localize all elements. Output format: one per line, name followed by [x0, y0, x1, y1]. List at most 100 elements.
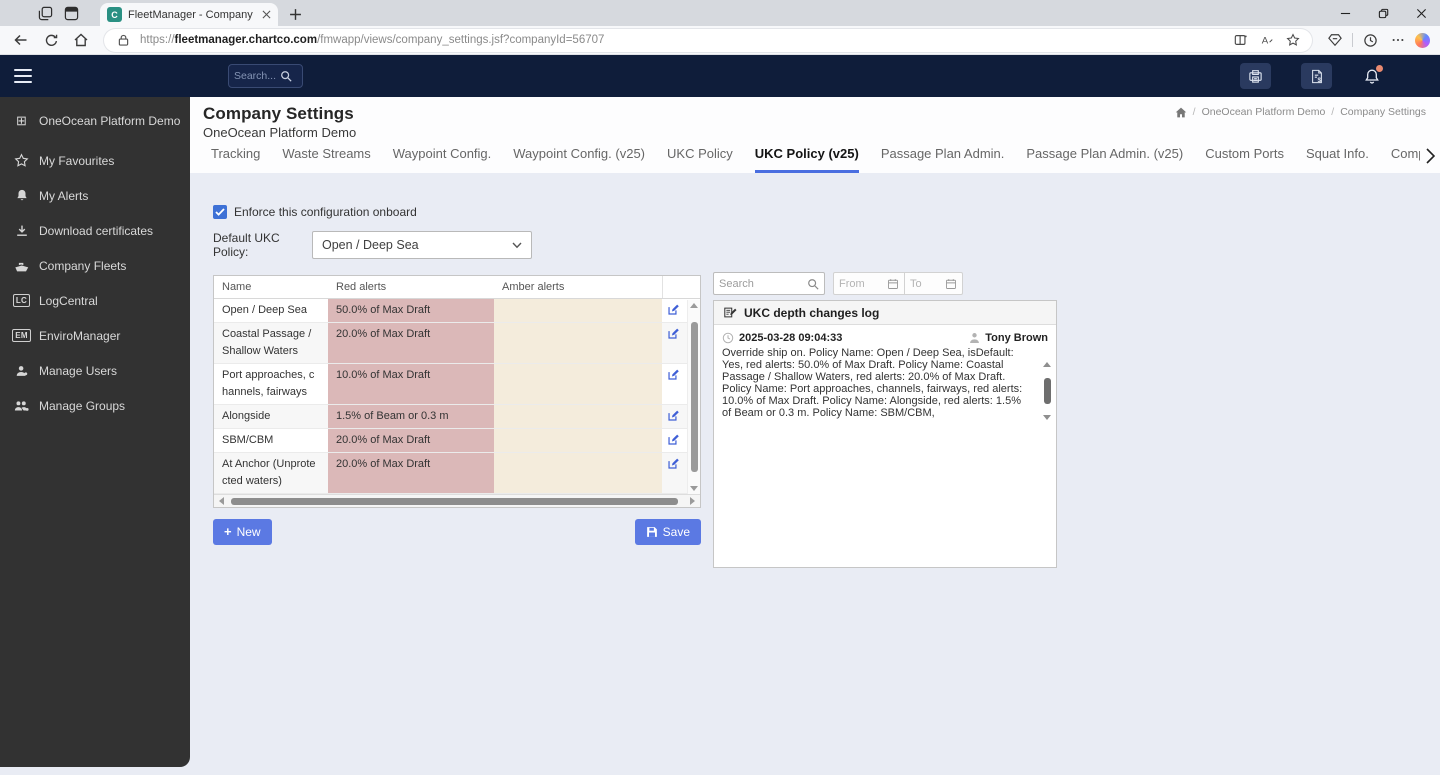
- tab-passage-plan-admin[interactable]: Passage Plan Admin.: [881, 146, 1005, 173]
- global-search[interactable]: [228, 64, 303, 88]
- date-to-field[interactable]: [905, 272, 963, 295]
- log-scroll-thumb[interactable]: [1043, 378, 1051, 404]
- browser-tab[interactable]: C FleetManager - Company Setting: [100, 3, 278, 26]
- sidebar-item-certificates[interactable]: Download certificates: [0, 213, 190, 248]
- log-entry-scrollbar[interactable]: [1043, 362, 1051, 420]
- tab-content: Enforce this configuration onboard Defau…: [190, 173, 1440, 775]
- sidebar-item-manage-users[interactable]: Manage Users: [0, 353, 190, 388]
- edit-policy-icon[interactable]: [666, 367, 680, 381]
- policy-table-column: Name Red alerts Amber alerts Open / Deep…: [213, 272, 701, 545]
- tab-waypoint-config[interactable]: Waypoint Config.: [393, 146, 492, 173]
- table-horizontal-scrollbar[interactable]: [214, 494, 700, 507]
- calendar-icon[interactable]: [887, 278, 899, 290]
- vertical-scroll-thumb[interactable]: [690, 322, 698, 472]
- menu-hamburger-icon[interactable]: [14, 67, 34, 85]
- tab-waypoint-config-v25[interactable]: Waypoint Config. (v25): [513, 146, 645, 173]
- edit-policy-icon[interactable]: [666, 432, 680, 446]
- sidebar-item-platform[interactable]: ⊞ OneOcean Platform Demo: [0, 103, 190, 138]
- tab-custom-ports[interactable]: Custom Ports: [1205, 146, 1284, 173]
- breadcrumb: OneOcean Platform Demo Company Settings: [1175, 106, 1426, 118]
- svg-text:A: A: [1262, 36, 1269, 47]
- breadcrumb-item[interactable]: Company Settings: [1331, 106, 1426, 118]
- edit-policy-icon[interactable]: [666, 456, 680, 470]
- content-columns: Name Red alerts Amber alerts Open / Deep…: [213, 272, 1440, 568]
- tab-squat-info[interactable]: Squat Info.: [1306, 146, 1369, 173]
- tab-close-icon[interactable]: [262, 10, 271, 19]
- browser-essentials-icon[interactable]: [1324, 29, 1346, 51]
- sidebar-item-fleets[interactable]: Company Fleets: [0, 248, 190, 283]
- users-group-icon: [13, 399, 30, 413]
- breadcrumb-item[interactable]: OneOcean Platform Demo: [1193, 106, 1326, 118]
- favorite-star-icon[interactable]: [1284, 31, 1302, 49]
- column-header-actions: [662, 276, 700, 298]
- log-search-box[interactable]: [713, 272, 825, 295]
- log-timestamp: 2025-03-28 09:04:33: [739, 332, 843, 344]
- tab-waste-streams[interactable]: Waste Streams: [282, 146, 370, 173]
- search-icon[interactable]: [807, 278, 819, 290]
- enforce-config-label: Enforce this configuration onboard: [234, 205, 417, 219]
- site-favicon: C: [107, 7, 122, 22]
- workspaces-icon[interactable]: [32, 2, 58, 24]
- scroll-up-icon[interactable]: [1043, 362, 1051, 367]
- appbar-actions: $: [1240, 63, 1383, 89]
- scroll-down-icon[interactable]: [690, 486, 698, 491]
- sidebar-item-alerts[interactable]: My Alerts: [0, 178, 190, 213]
- home-icon[interactable]: [70, 29, 92, 51]
- scroll-down-icon[interactable]: [1043, 415, 1051, 420]
- new-tab-button[interactable]: [284, 4, 306, 24]
- horizontal-scroll-thumb[interactable]: [231, 498, 678, 505]
- default-ukc-policy-select[interactable]: Open / Deep Sea: [312, 231, 532, 259]
- log-column: UKC depth changes log 2025-03-28 09:04:3…: [713, 272, 1057, 568]
- back-icon[interactable]: [10, 29, 32, 51]
- scroll-left-icon[interactable]: [219, 497, 224, 505]
- breadcrumb-home-icon[interactable]: [1175, 107, 1187, 118]
- date-from-field[interactable]: [833, 272, 905, 295]
- close-window-icon[interactable]: [1402, 0, 1440, 26]
- log-date-range: [833, 272, 963, 295]
- tab-ukc-policy[interactable]: UKC Policy: [667, 146, 733, 173]
- scroll-up-icon[interactable]: [690, 303, 698, 308]
- copilot-icon[interactable]: [1415, 32, 1430, 48]
- history-icon[interactable]: [1359, 29, 1381, 51]
- orders-icon[interactable]: [1240, 63, 1271, 89]
- tab-ukc-policy-v25[interactable]: UKC Policy (v25): [754, 146, 859, 173]
- notifications-bell-icon[interactable]: [1362, 64, 1383, 88]
- enforce-config-checkbox[interactable]: [213, 205, 227, 219]
- log-entry-meta: 2025-03-28 09:04:33 Tony Brown: [722, 332, 1048, 344]
- restore-icon[interactable]: [1364, 0, 1402, 26]
- lock-icon[interactable]: [114, 31, 132, 49]
- date-from-input[interactable]: [839, 277, 879, 290]
- log-search-input[interactable]: [719, 277, 803, 290]
- search-icon[interactable]: [280, 70, 292, 82]
- edit-policy-icon[interactable]: [666, 408, 680, 422]
- new-button[interactable]: + New: [213, 519, 272, 545]
- save-button[interactable]: Save: [634, 519, 701, 545]
- sidebar-item-manage-groups[interactable]: Manage Groups: [0, 388, 190, 423]
- svg-text:$: $: [1317, 76, 1321, 83]
- edit-policy-icon[interactable]: [666, 302, 680, 316]
- more-options-icon[interactable]: [1387, 29, 1409, 51]
- sidebar-item-enviromanager[interactable]: EM EnviroManager: [0, 318, 190, 353]
- global-search-input[interactable]: [234, 70, 280, 82]
- table-row: Open / Deep Sea 50.0% of Max Draft: [214, 299, 700, 323]
- tab-passage-plan-admin-v25[interactable]: Passage Plan Admin. (v25): [1026, 146, 1183, 173]
- tabs-scroll-right-icon[interactable]: [1420, 145, 1440, 167]
- edit-policy-icon[interactable]: [666, 326, 680, 340]
- tab-actions-icon[interactable]: [58, 2, 84, 24]
- calendar-icon[interactable]: [945, 278, 957, 290]
- sidebar-item-favourites[interactable]: My Favourites: [0, 143, 190, 178]
- split-screen-icon[interactable]: [1232, 31, 1250, 49]
- refresh-icon[interactable]: [40, 29, 62, 51]
- read-aloud-icon[interactable]: A: [1258, 31, 1276, 49]
- table-vertical-scrollbar[interactable]: [687, 300, 700, 494]
- sidebar-item-logcentral[interactable]: LC LogCentral: [0, 283, 190, 318]
- browser-tab-strip: C FleetManager - Company Setting: [0, 0, 1440, 26]
- scroll-right-icon[interactable]: [690, 497, 695, 505]
- column-header-amber: Amber alerts: [502, 281, 565, 293]
- minimize-icon[interactable]: [1326, 0, 1364, 26]
- tab-tracking[interactable]: Tracking: [211, 146, 260, 173]
- billing-document-icon[interactable]: $: [1301, 63, 1332, 89]
- table-row: At Anchor (Unprotected waters) 20.0% of …: [214, 453, 700, 494]
- date-to-input[interactable]: [910, 277, 936, 290]
- address-bar[interactable]: https://fleetmanager.chartco.com/fmwapp/…: [104, 28, 1312, 52]
